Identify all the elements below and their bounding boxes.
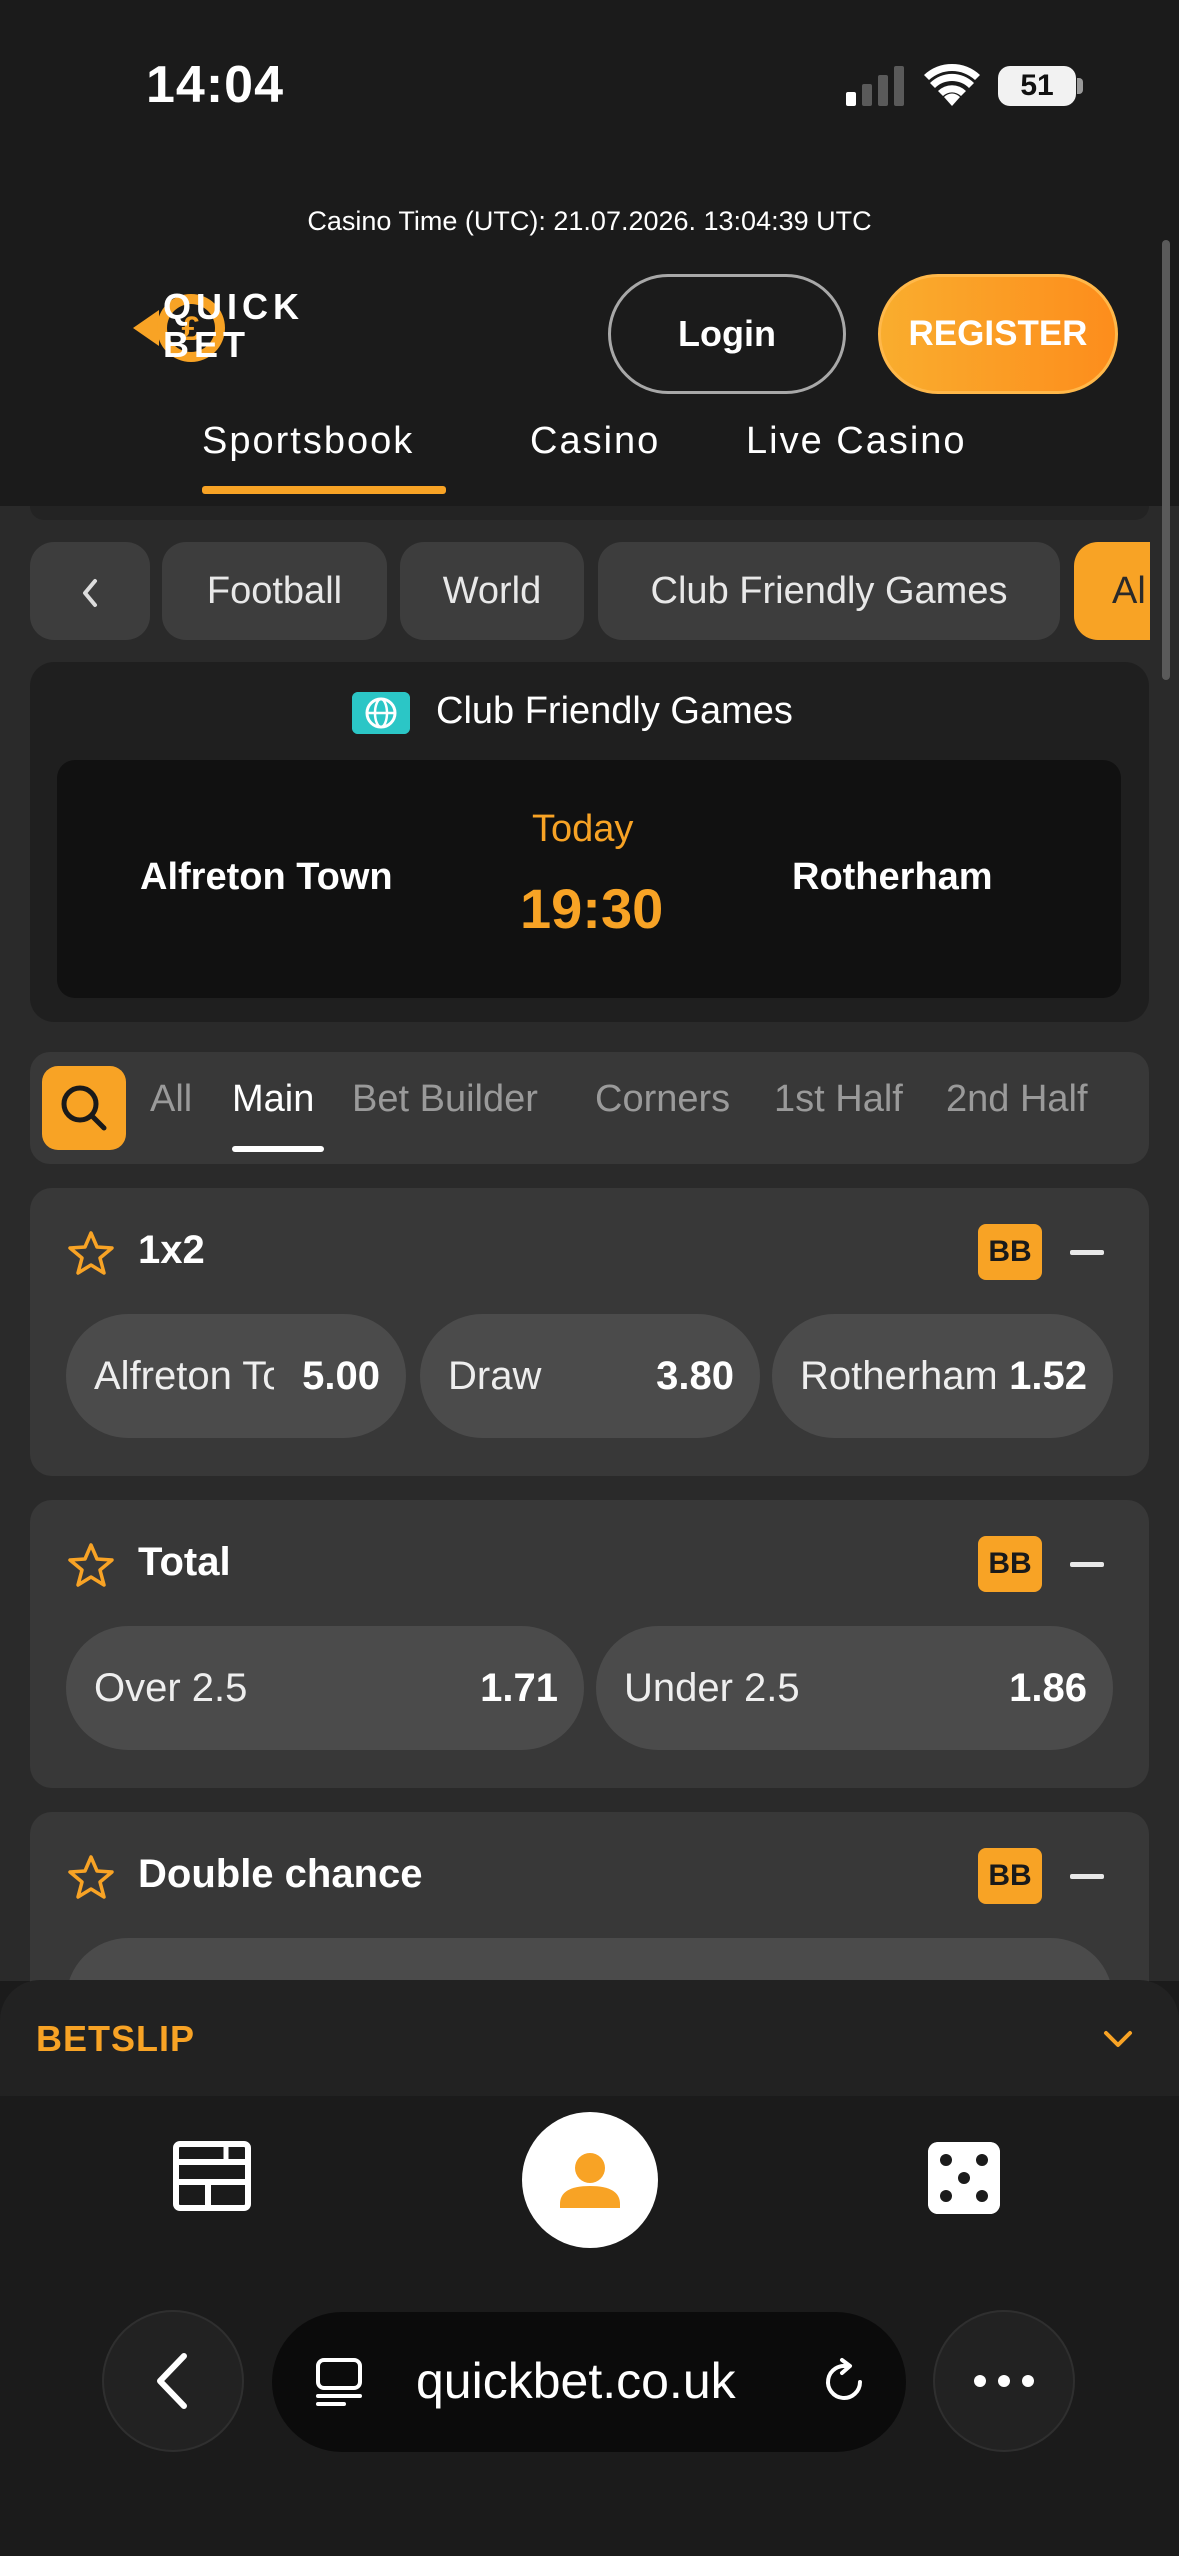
account-button[interactable] — [522, 2112, 658, 2248]
header-divider — [30, 506, 1149, 520]
market-title: Double chance — [138, 1852, 423, 1896]
search-icon — [61, 1085, 107, 1131]
bet-builder-badge[interactable]: BB — [978, 1224, 1042, 1280]
battery-icon: 51 — [998, 66, 1076, 106]
market-total: Total BB Over 2.5 1.71 Under 2.5 1.86 — [30, 1500, 1149, 1788]
odds-button-under[interactable]: Under 2.5 1.86 — [596, 1626, 1113, 1750]
cellular-signal-icon — [846, 66, 904, 106]
battery-nub — [1077, 78, 1083, 94]
reload-icon[interactable] — [818, 2356, 870, 2408]
match-time: 19:30 — [520, 877, 664, 940]
active-tab-indicator — [202, 486, 446, 494]
login-button[interactable]: Login — [608, 274, 846, 394]
market-tab-bet-builder[interactable]: Bet Builder — [352, 1078, 538, 1121]
market-tab-corners[interactable]: Corners — [595, 1078, 730, 1121]
status-time: 14:04 — [146, 56, 284, 114]
casino-dice-icon[interactable] — [928, 2142, 1000, 2214]
more-icon — [974, 2375, 1034, 2387]
browser-back-button[interactable] — [102, 2310, 244, 2452]
market-title: 1x2 — [138, 1228, 205, 1272]
breadcrumb-chip-football[interactable]: Football — [162, 542, 387, 640]
scrollbar[interactable] — [1162, 240, 1170, 680]
breadcrumb-chip-all[interactable]: Al — [1074, 542, 1150, 640]
collapse-icon[interactable] — [1070, 1250, 1104, 1255]
market-tab-all[interactable]: All — [150, 1078, 192, 1121]
betslip-label: BETSLIP — [36, 2018, 196, 2059]
market-tab-main[interactable]: Main — [232, 1078, 314, 1121]
breadcrumb-chip-club-friendly[interactable]: Club Friendly Games — [598, 542, 1060, 640]
chevron-down-icon[interactable] — [1100, 2024, 1136, 2054]
breadcrumb-chip-world[interactable]: World — [400, 542, 584, 640]
star-icon[interactable] — [66, 1228, 116, 1278]
odds-label: Rotherham — [800, 1354, 995, 1398]
tab-live-casino[interactable]: Live Casino — [746, 420, 967, 463]
odds-label: Alfreton Town — [94, 1354, 274, 1398]
odds-button-home[interactable]: Alfreton Town 5.00 — [66, 1314, 406, 1438]
logo-line-1: QUICK — [163, 286, 304, 327]
market-search-button[interactable] — [42, 1066, 126, 1150]
chevron-left-icon — [157, 2353, 187, 2409]
odds-price: 1.86 — [1009, 1666, 1087, 1710]
wifi-icon — [924, 63, 980, 106]
bet-builder-badge[interactable]: BB — [978, 1848, 1042, 1904]
star-icon[interactable] — [66, 1540, 116, 1590]
tab-casino[interactable]: Casino — [530, 420, 660, 463]
account-icon — [560, 2153, 620, 2208]
collapse-icon[interactable] — [1070, 1874, 1104, 1879]
odds-label: Over 2.5 — [94, 1666, 248, 1710]
odds-button-draw[interactable]: Draw 3.80 — [420, 1314, 760, 1438]
market-tab-1st-half[interactable]: 1st Half — [774, 1078, 903, 1121]
odds-label: Draw — [448, 1354, 542, 1398]
logo-wordmark: QUICK BET — [163, 288, 304, 364]
breadcrumb-back-button[interactable] — [30, 542, 150, 640]
odds-price: 1.52 — [1009, 1354, 1087, 1398]
browser-more-button[interactable] — [933, 2310, 1075, 2452]
market-tab-2nd-half[interactable]: 2nd Half — [946, 1078, 1088, 1121]
odds-price: 1.71 — [480, 1666, 558, 1710]
tabs-icon[interactable] — [314, 2356, 364, 2408]
match-day: Today — [532, 808, 634, 850]
odds-label: Under 2.5 — [624, 1666, 800, 1710]
casino-time: Casino Time (UTC): 21.07.2026. 13:04:39 … — [307, 206, 872, 236]
chevron-left-icon — [83, 578, 97, 607]
away-team: Rotherham — [792, 856, 993, 898]
market-1x2: 1x2 BB Alfreton Town 5.00 Draw 3.80 Roth… — [30, 1188, 1149, 1476]
market-title: Total — [138, 1540, 231, 1584]
odds-price: 3.80 — [656, 1354, 734, 1398]
market-tab-indicator — [232, 1146, 324, 1152]
league-name: Club Friendly Games — [436, 690, 793, 732]
logo-line-2: BET — [163, 324, 250, 365]
home-team: Alfreton Town — [140, 856, 393, 898]
collapse-icon[interactable] — [1070, 1562, 1104, 1567]
bet-builder-badge[interactable]: BB — [978, 1536, 1042, 1592]
odds-price: 5.00 — [302, 1354, 380, 1398]
star-icon[interactable] — [66, 1852, 116, 1902]
tab-sportsbook[interactable]: Sportsbook — [202, 420, 414, 463]
main-nav: Sportsbook Casino Live Casino — [0, 420, 1179, 500]
globe-icon — [352, 692, 410, 734]
sportsbook-icon[interactable] — [172, 2140, 252, 2212]
url-text[interactable]: quickbet.co.uk — [416, 2352, 736, 2410]
odds-button-away[interactable]: Rotherham 1.52 — [772, 1314, 1113, 1438]
register-button[interactable]: REGISTER — [878, 274, 1118, 394]
odds-button-over[interactable]: Over 2.5 1.71 — [66, 1626, 584, 1750]
